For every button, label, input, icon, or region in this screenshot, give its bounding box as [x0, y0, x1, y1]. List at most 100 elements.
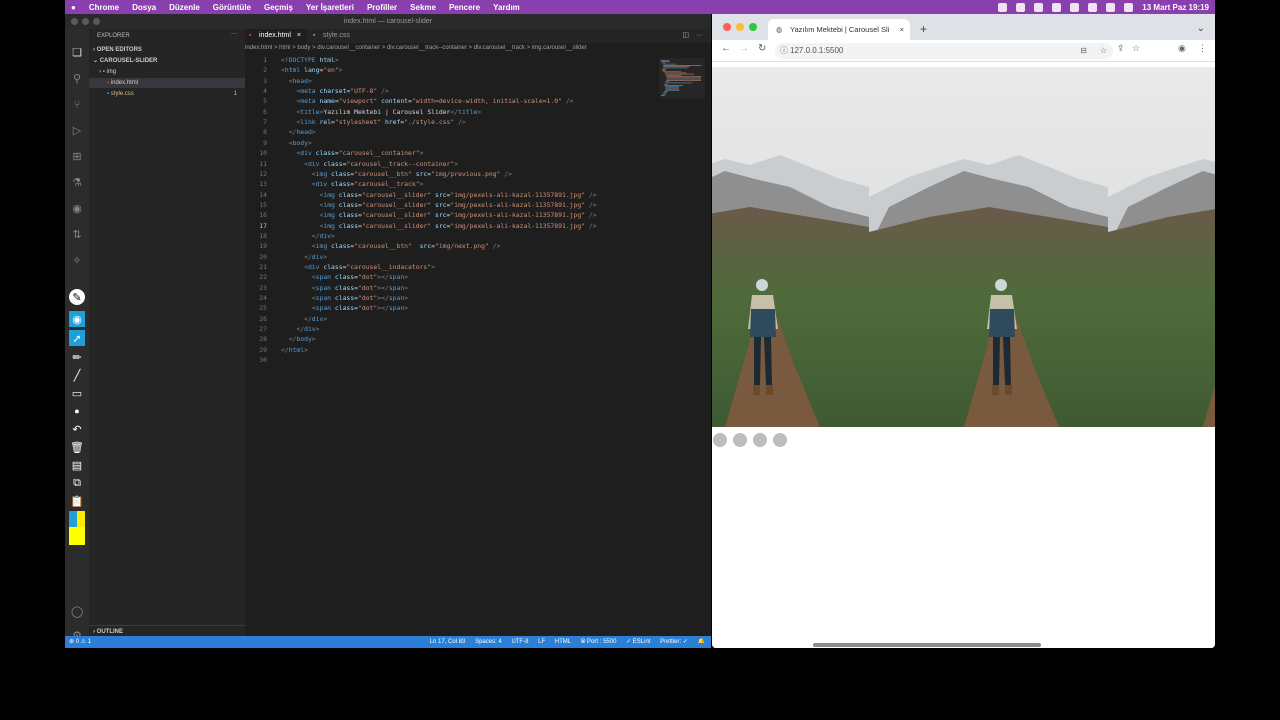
code-line[interactable]: <img class="carousel__slider" src="img/p…: [281, 191, 596, 199]
encoding-status[interactable]: UTF-8: [511, 639, 528, 645]
code-line[interactable]: </div>: [281, 232, 335, 240]
menubar-clock[interactable]: 13 Mart Paz 19:19: [1142, 3, 1209, 12]
cursor-icon[interactable]: ➚: [69, 330, 85, 346]
status-icon[interactable]: [1052, 2, 1062, 12]
code-line[interactable]: </html>: [281, 346, 308, 354]
code-line[interactable]: <div class="carousel__track">: [281, 180, 424, 188]
more-actions-icon[interactable]: ···: [231, 31, 237, 37]
bookmark-star-icon[interactable]: ☆: [1100, 43, 1107, 59]
menu-yer-isaretleri[interactable]: Yer İşaretleri: [306, 3, 354, 12]
problems-status[interactable]: ⊗ 0 ⚠ 1: [69, 636, 91, 648]
code-line[interactable]: <title>Yazılım Mektebi | Carousel Slider…: [281, 108, 481, 116]
cursor-position-status[interactable]: Ln 17, Col 83: [430, 639, 466, 645]
menu-yardim[interactable]: Yardım: [493, 3, 520, 12]
bulb-icon[interactable]: ✧: [71, 255, 83, 267]
carousel-indicator-dot[interactable]: [713, 433, 727, 447]
address-bar[interactable]: ⓘ 127.0.0.1:5500 ⊟ ☆: [775, 43, 1113, 59]
star-icon[interactable]: ☆: [1132, 43, 1140, 54]
carousel-indicator-dot[interactable]: [733, 433, 747, 447]
menu-duzenle[interactable]: Düzenle: [169, 3, 200, 12]
run-debug-icon[interactable]: ▷: [71, 125, 83, 137]
code-line[interactable]: <img class="carousel__slider" src="img/p…: [281, 211, 596, 219]
code-line[interactable]: <img class="carousel__slider" src="img/p…: [281, 201, 596, 209]
zoom-window-button[interactable]: [93, 18, 100, 25]
back-button[interactable]: ←: [721, 43, 731, 54]
code-line[interactable]: <img class="carousel__slider" src="img/p…: [281, 222, 596, 230]
code-line[interactable]: </div>: [281, 315, 327, 323]
reload-button[interactable]: ↻: [758, 43, 766, 54]
zoom-window-button[interactable]: [749, 23, 757, 31]
live-server-port-status[interactable]: ⦾ Port : 5500: [581, 639, 617, 645]
menu-chrome[interactable]: Chrome: [89, 3, 119, 12]
browser-tab[interactable]: ◍ Yazılım Mektebi | Carousel Sli ×: [768, 19, 910, 40]
eye-icon[interactable]: ◉: [69, 311, 85, 327]
code-line[interactable]: <div class="carousel__indacators">: [281, 263, 435, 271]
site-info-icon[interactable]: ⓘ: [780, 43, 788, 59]
remote-icon[interactable]: ◉: [71, 203, 83, 215]
code-line[interactable]: </div>: [281, 325, 319, 333]
close-tab-icon[interactable]: ×: [297, 32, 301, 39]
carousel-indicator-dot[interactable]: [753, 433, 767, 447]
code-line[interactable]: <span class="dot"></span>: [281, 273, 408, 281]
code-line[interactable]: <span class="dot"></span>: [281, 304, 408, 312]
close-tab-icon[interactable]: ×: [900, 19, 904, 40]
trash-icon[interactable]: 🗑: [69, 439, 85, 455]
screenshot-icon[interactable]: ⧉: [69, 475, 85, 491]
menu-sekme[interactable]: Sekme: [410, 3, 436, 12]
breadcrumb[interactable]: index.html > html > body > div.carousel_…: [245, 43, 711, 54]
clipboard-icon[interactable]: 📋: [69, 493, 85, 509]
code-line[interactable]: <img class="carousel__btn" src="img/prev…: [281, 170, 512, 178]
code-line[interactable]: <div class="carousel__container">: [281, 149, 423, 157]
status-icon[interactable]: [1016, 2, 1026, 12]
code-line[interactable]: <meta charset="UTF-8" />: [281, 87, 388, 95]
source-control-icon[interactable]: ⑂: [71, 99, 83, 111]
menu-profiller[interactable]: Profiller: [367, 3, 397, 12]
code-line[interactable]: <link rel="stylesheet" href="./style.css…: [281, 118, 465, 126]
code-line[interactable]: <meta name="viewport" content="width=dev…: [281, 97, 573, 105]
indentation-status[interactable]: Spaces: 4: [475, 639, 502, 645]
code-line[interactable]: <div class="carousel__track--container">: [281, 160, 458, 168]
account-icon[interactable]: ◯: [71, 606, 83, 618]
eslint-status[interactable]: ✓ ESLint: [626, 639, 650, 645]
line-tool-icon[interactable]: ╱: [69, 367, 85, 383]
code-line[interactable]: <span class="dot"></span>: [281, 284, 408, 292]
code-line[interactable]: </div>: [281, 253, 327, 261]
stamp-icon[interactable]: ▤: [69, 457, 85, 473]
pencil-icon[interactable]: ✏: [69, 349, 85, 365]
code-line[interactable]: </body>: [281, 335, 316, 343]
close-window-button[interactable]: [71, 18, 78, 25]
minimap[interactable]: [659, 58, 705, 98]
undo-icon[interactable]: ↶: [69, 421, 85, 437]
more-actions-icon[interactable]: ···: [696, 29, 703, 43]
menu-gecmis[interactable]: Geçmiş: [264, 3, 293, 12]
translate-icon[interactable]: ⊟: [1080, 43, 1087, 59]
highlight-color-icon[interactable]: [69, 527, 85, 545]
control-center-icon[interactable]: [1124, 2, 1134, 12]
split-editor-icon[interactable]: ◫: [682, 29, 689, 43]
language-status[interactable]: HTML: [555, 639, 571, 645]
testing-icon[interactable]: ⚗: [71, 177, 83, 189]
status-icon[interactable]: [1070, 2, 1080, 12]
menu-dosya[interactable]: Dosya: [132, 3, 156, 12]
notifications-bell-icon[interactable]: 🔔: [698, 639, 705, 645]
code-line[interactable]: <img class="carousel__btn" src="img/next…: [281, 242, 501, 250]
code-line[interactable]: <span class="dot"></span>: [281, 294, 408, 302]
code-line[interactable]: <body>: [281, 139, 312, 147]
pen-tool-icon[interactable]: ✎: [69, 289, 85, 305]
tree-item-style-css[interactable]: ▪ style.css: [107, 89, 263, 99]
code-line[interactable]: <head>: [281, 77, 312, 85]
horizontal-scrollbar[interactable]: [813, 643, 1041, 647]
explorer-icon[interactable]: ❏: [71, 47, 83, 59]
search-icon[interactable]: ⚲: [71, 73, 83, 85]
carousel-indicator-dot[interactable]: [773, 433, 787, 447]
eraser-icon[interactable]: ▭: [69, 385, 85, 401]
tab-style-css[interactable]: ▪ style.css: [309, 29, 369, 43]
menu-goruntule[interactable]: Görüntüle: [213, 3, 251, 12]
status-icon[interactable]: [1034, 2, 1044, 12]
tree-item-index-html[interactable]: ▪ index.html: [89, 78, 245, 88]
tab-index-html[interactable]: ▪ index.html ×: [245, 29, 307, 43]
minimize-window-button[interactable]: [736, 23, 744, 31]
project-folder[interactable]: ⌄ CAROUSEL-SLIDER: [93, 56, 249, 66]
minimize-window-button[interactable]: [82, 18, 89, 25]
menu-pencere[interactable]: Pencere: [449, 3, 480, 12]
